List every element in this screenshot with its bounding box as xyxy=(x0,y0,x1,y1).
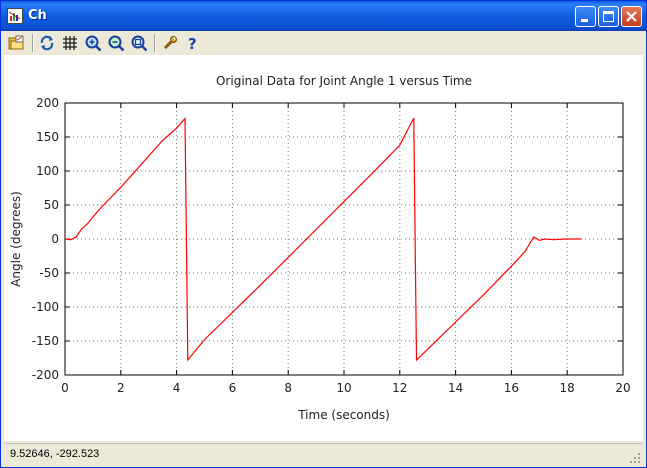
y-tick-label: 150 xyxy=(36,130,59,144)
plot-area[interactable]: 0 2 4 6 8 10 12 14 16 18 20 -200 -150 -100 -50 0 50 100 15… xyxy=(4,55,643,441)
chart-window: Ch ? 0 2 4 6 8 10 12 14 16 18 20 -200 -1… xyxy=(0,0,647,468)
zoom-out-button[interactable] xyxy=(106,33,126,53)
x-tick-label: 18 xyxy=(560,381,575,395)
y-tick-label: 200 xyxy=(36,96,59,110)
grid-button[interactable] xyxy=(60,33,80,53)
close-icon xyxy=(626,11,637,22)
zoom-fit-icon xyxy=(131,35,147,51)
y-tick-label: 0 xyxy=(51,232,59,246)
line-chart: 0 2 4 6 8 10 12 14 16 18 20 -200 -150 -100 -50 0 50 100 15… xyxy=(9,74,631,422)
open-button[interactable] xyxy=(7,33,27,53)
x-tick-label: 14 xyxy=(448,381,463,395)
zoom-in-icon xyxy=(85,35,101,51)
y-tick-label: 100 xyxy=(36,164,59,178)
data-series-line xyxy=(64,117,582,362)
x-tick-label: 10 xyxy=(336,381,351,395)
help-icon: ? xyxy=(188,35,197,51)
y-axis-label: Angle (degrees) xyxy=(9,191,23,287)
x-tick-label: 8 xyxy=(284,381,292,395)
x-tick-label: 4 xyxy=(173,381,181,395)
status-bar: 9.52646, -292.523 xyxy=(4,443,643,466)
window-title: Ch xyxy=(28,8,47,23)
toolbar: ? xyxy=(4,31,643,55)
help-button[interactable]: ? xyxy=(183,33,203,53)
y-tick-label: -200 xyxy=(32,368,59,382)
x-tick-label: 12 xyxy=(392,381,407,395)
cursor-coordinates: 9.52646, -292.523 xyxy=(10,448,100,460)
close-button[interactable] xyxy=(621,6,642,27)
maximize-button[interactable] xyxy=(598,6,619,27)
y-tick-label: 50 xyxy=(44,198,59,212)
svg-text:?: ? xyxy=(188,35,197,51)
refresh-icon xyxy=(40,35,54,51)
y-tick-label: -50 xyxy=(39,266,59,280)
app-chart-icon xyxy=(7,8,23,24)
x-tick-label: 2 xyxy=(117,381,125,395)
refresh-button[interactable] xyxy=(37,33,57,53)
chart-title: Original Data for Joint Angle 1 versus T… xyxy=(216,74,472,88)
maximize-icon xyxy=(603,11,614,22)
y-tick-label: -150 xyxy=(32,334,59,348)
minimize-icon xyxy=(581,19,588,22)
x-tick-label: 16 xyxy=(504,381,519,395)
zoom-fit-button[interactable] xyxy=(129,33,149,53)
title-bar[interactable]: Ch xyxy=(1,1,646,31)
zoom-in-button[interactable] xyxy=(83,33,103,53)
open-icon xyxy=(8,35,24,50)
properties-button[interactable] xyxy=(160,33,180,53)
x-tick-label: 20 xyxy=(615,381,630,395)
y-tick-label: -100 xyxy=(32,300,59,314)
minimize-button[interactable] xyxy=(575,6,596,27)
resize-grip-icon[interactable] xyxy=(629,452,641,464)
properties-wrench-icon xyxy=(163,36,177,50)
grid-icon xyxy=(63,36,77,50)
x-axis-label: Time (seconds) xyxy=(297,408,390,422)
zoom-out-icon xyxy=(108,35,124,51)
x-tick-label: 6 xyxy=(229,381,237,395)
x-tick-label: 0 xyxy=(61,381,69,395)
